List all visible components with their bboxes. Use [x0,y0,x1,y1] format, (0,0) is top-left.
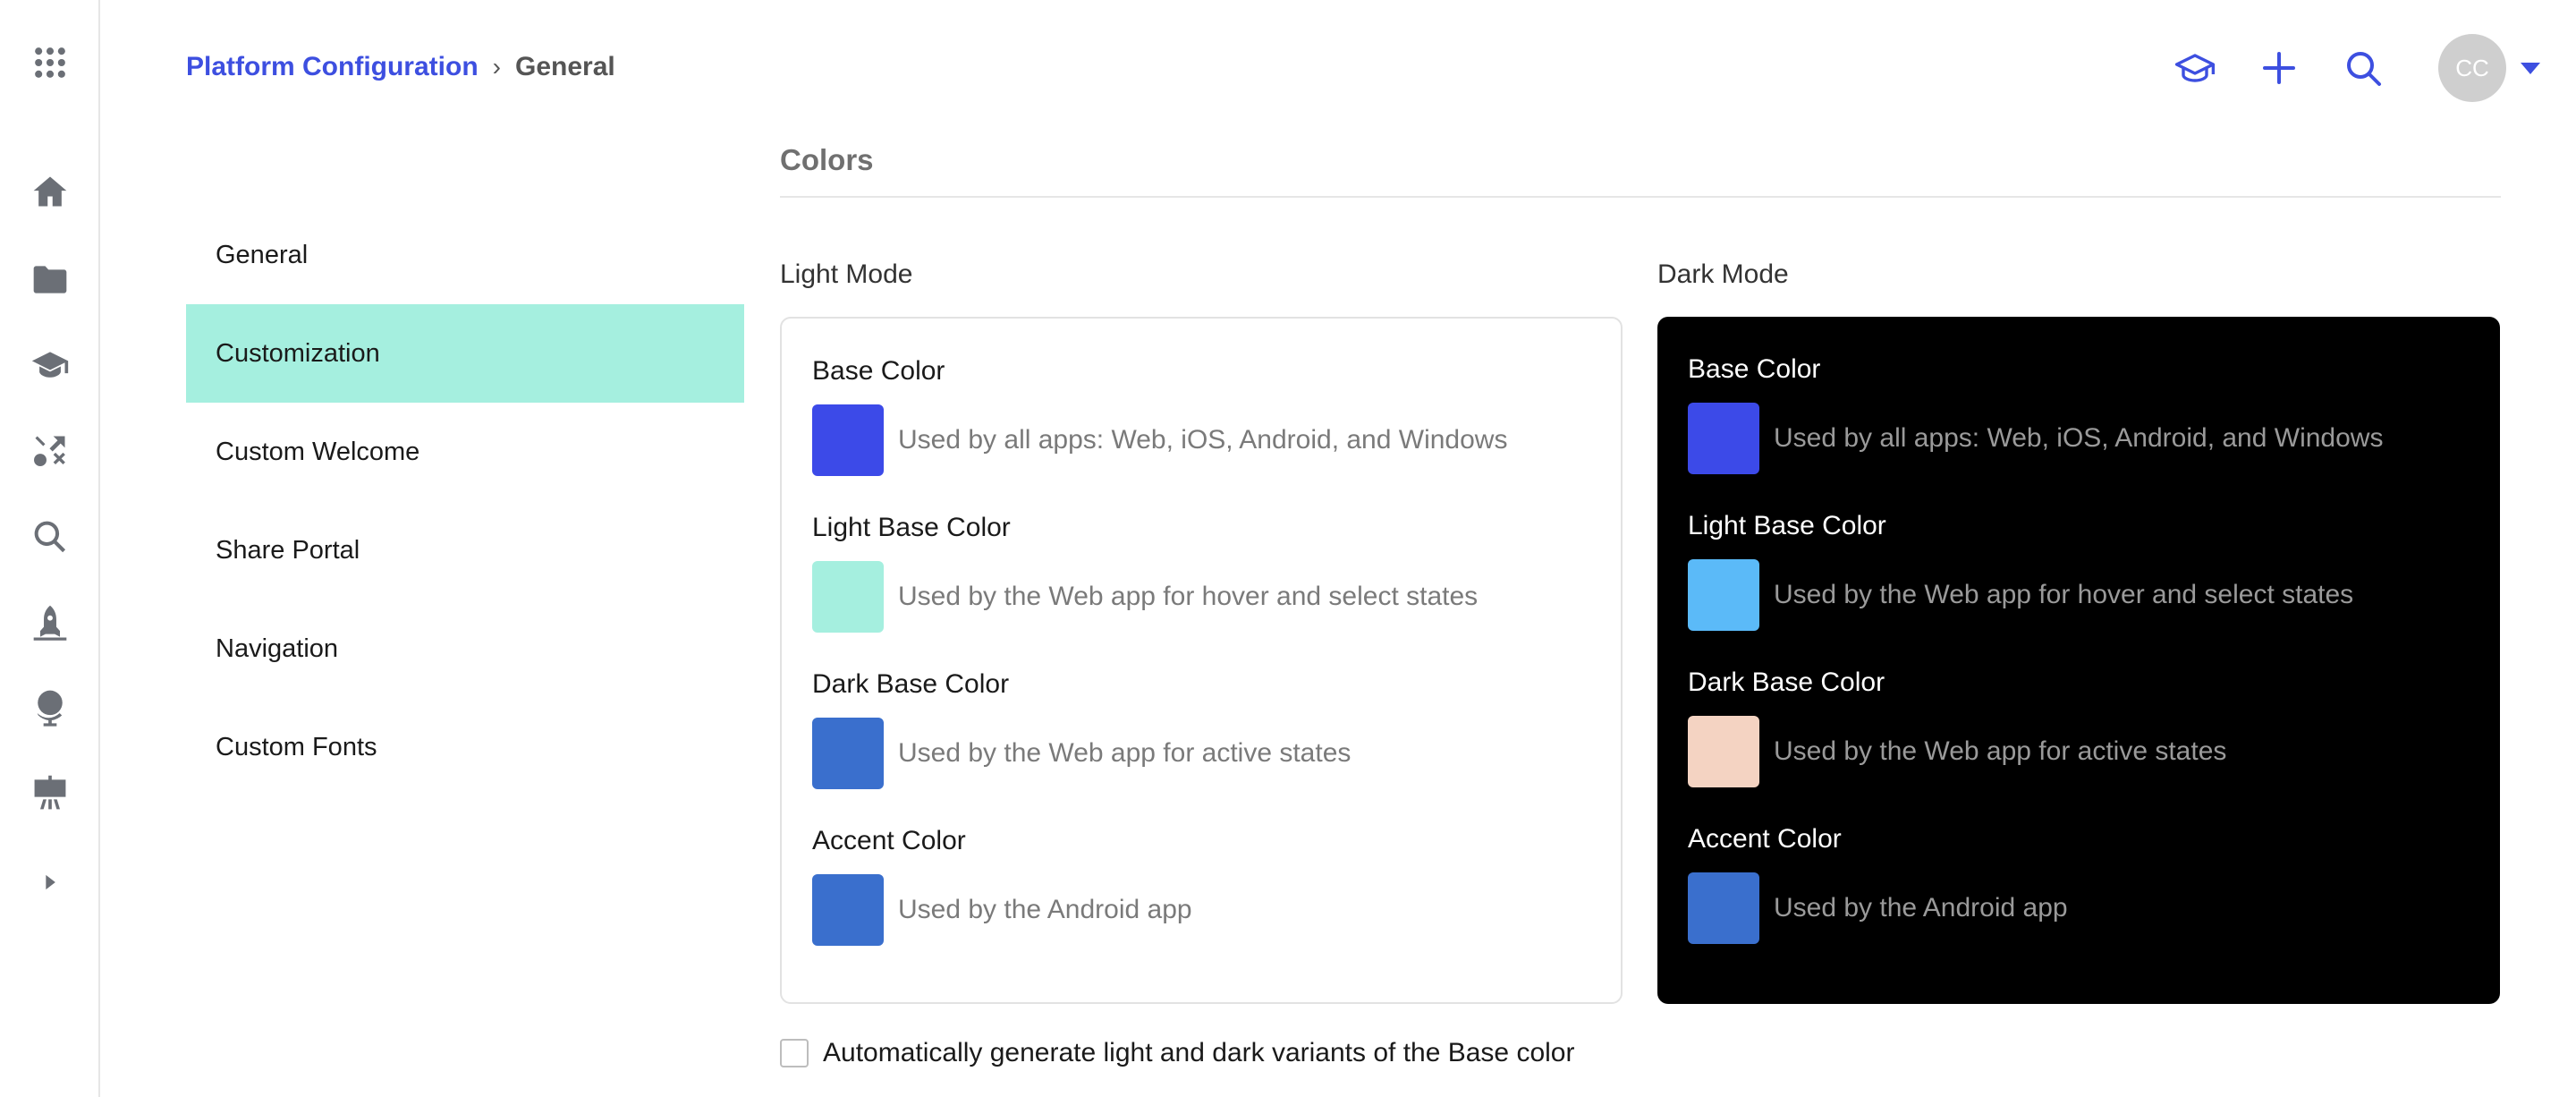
color-label: Base Color [1688,354,1821,384]
left-rail [0,0,100,1097]
color-label: Dark Base Color [812,669,1010,699]
breadcrumb-parent-link[interactable]: Platform Configuration [186,52,479,82]
breadcrumb: Platform Configuration › General [186,52,615,82]
color-row-accent: Accent Color Used by the Android app [812,822,1590,979]
breadcrumb-current: General [514,52,615,81]
color-description: Used by the Web app for hover and select… [1774,580,2354,609]
color-row-light-base: Light Base Color Used by the Web app for… [812,509,1590,666]
auto-generate-label[interactable]: Automatically generate light and dark va… [823,1038,1574,1068]
color-description: Used by the Web app for hover and select… [898,582,1479,611]
graduation-cap-icon[interactable] [2168,41,2222,95]
dark-mode-panel: Base Color Used by all apps: Web, iOS, A… [1657,317,2500,1004]
folder-icon[interactable] [25,254,75,304]
settings-nav-item-general[interactable]: General [186,206,744,304]
color-row-base: Base Color Used by all apps: Web, iOS, A… [812,353,1590,509]
color-row-dark-base: Dark Base Color Used by the Web app for … [812,666,1590,822]
color-description: Used by the Android app [1774,893,2068,923]
color-label: Light Base Color [812,513,1011,542]
auto-generate-checkbox[interactable] [780,1039,809,1067]
rocket-icon[interactable] [25,598,75,648]
dark-dark-base-color-swatch[interactable] [1688,716,1759,787]
light-dark-base-color-swatch[interactable] [812,718,884,789]
auto-generate-row: Automatically generate light and dark va… [780,1038,1574,1068]
dark-light-base-color-swatch[interactable] [1688,559,1759,631]
settings-nav-item-navigation[interactable]: Navigation [186,600,744,698]
dark-accent-color-swatch[interactable] [1688,872,1759,944]
color-description: Used by the Web app for active states [1774,736,2227,766]
color-label: Dark Base Color [1688,668,1885,697]
apps-grid-icon[interactable] [25,38,75,88]
light-accent-color-swatch[interactable] [812,874,884,946]
color-label: Accent Color [812,826,966,855]
color-row-base: Base Color Used by all apps: Web, iOS, A… [1688,351,2470,507]
breadcrumb-separator: › [492,53,501,81]
light-mode-label: Light Mode [780,259,913,289]
globe-icon[interactable] [25,682,75,732]
settings-nav-item-customization[interactable]: Customization [186,304,744,403]
color-row-accent: Accent Color Used by the Android app [1688,821,2470,977]
color-label: Light Base Color [1688,511,1886,540]
settings-nav-item-share-portal[interactable]: Share Portal [186,501,744,600]
color-description: Used by the Web app for active states [898,738,1352,768]
header-actions: CC [2138,32,2540,104]
plus-icon[interactable] [2252,41,2306,95]
account-menu-caret-icon[interactable] [2521,62,2540,74]
dark-mode-label: Dark Mode [1657,259,1789,289]
home-icon[interactable] [25,166,75,217]
settings-nav-item-custom-welcome[interactable]: Custom Welcome [186,403,744,501]
search-icon[interactable] [25,512,75,562]
graduation-cap-icon[interactable] [25,340,75,390]
light-base-color-swatch[interactable] [812,404,884,476]
color-row-light-base: Light Base Color Used by the Web app for… [1688,507,2470,664]
light-light-base-color-swatch[interactable] [812,561,884,633]
section-title: Colors [780,143,874,176]
settings-nav: General Customization Custom Welcome Sha… [186,206,744,796]
user-avatar[interactable]: CC [2438,34,2506,102]
presentation-icon[interactable] [25,768,75,818]
color-label: Base Color [812,356,945,386]
settings-nav-item-custom-fonts[interactable]: Custom Fonts [186,698,744,796]
color-row-dark-base: Dark Base Color Used by the Web app for … [1688,664,2470,821]
color-description: Used by the Android app [898,895,1192,924]
expand-arrow-icon[interactable] [25,857,75,907]
color-description: Used by all apps: Web, iOS, Android, and… [898,425,1508,455]
search-icon[interactable] [2336,41,2390,95]
dark-base-color-swatch[interactable] [1688,403,1759,474]
section-divider [780,196,2501,198]
light-mode-panel: Base Color Used by all apps: Web, iOS, A… [780,317,1623,1004]
shuffle-icon[interactable] [25,426,75,476]
color-label: Accent Color [1688,824,1842,854]
color-description: Used by all apps: Web, iOS, Android, and… [1774,423,2384,453]
